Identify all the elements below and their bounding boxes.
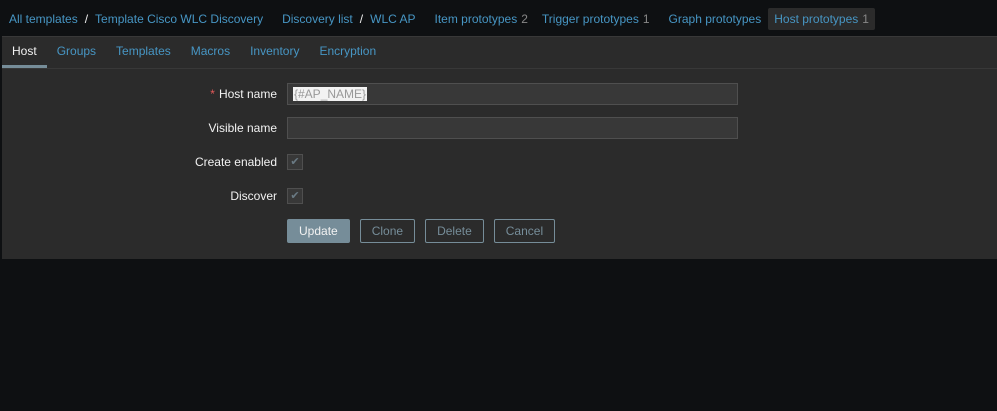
nav-label: Trigger prototypes xyxy=(541,12,639,26)
nav-label: Item prototypes xyxy=(434,12,518,26)
clone-button[interactable]: Clone xyxy=(359,219,416,243)
breadcrumb-nav: All templates / Template Cisco WLC Disco… xyxy=(0,8,875,30)
visible-name-label: Visible name xyxy=(208,121,277,135)
update-button[interactable]: Update xyxy=(287,219,350,243)
cancel-button[interactable]: Cancel xyxy=(493,219,556,243)
host-prototype-form-panel: Host Groups Templates Macros Inventory E… xyxy=(2,36,997,259)
tab-templates[interactable]: Templates xyxy=(106,37,181,68)
host-name-label-text: Host name xyxy=(218,87,277,101)
visible-name-input[interactable] xyxy=(287,117,738,139)
check-icon: ✔ xyxy=(290,190,300,202)
tab-inventory[interactable]: Inventory xyxy=(240,37,309,68)
create-enabled-checkbox[interactable]: ✔ xyxy=(287,154,303,170)
nav-count: 2 xyxy=(521,12,528,26)
nav-label: Graph prototypes xyxy=(668,12,762,26)
host-name-input[interactable]: {#AP_NAME} xyxy=(287,83,738,105)
required-marker: * xyxy=(210,87,215,101)
nav-item-prototypes[interactable]: Item prototypes 2 xyxy=(428,8,533,30)
nav-count: 1 xyxy=(642,12,650,26)
tab-macros[interactable]: Macros xyxy=(181,37,240,68)
nav-graph-prototypes[interactable]: Graph prototypes xyxy=(663,8,768,30)
form-tabs: Host Groups Templates Macros Inventory E… xyxy=(2,37,997,69)
breadcrumb-discovery-rule[interactable]: WLC AP xyxy=(370,12,415,26)
nav-trigger-prototypes[interactable]: Trigger prototypes 1 xyxy=(536,8,656,30)
delete-button[interactable]: Delete xyxy=(425,219,484,243)
breadcrumb-separator: / xyxy=(359,12,364,26)
tab-encryption[interactable]: Encryption xyxy=(309,37,386,68)
host-name-value: {#AP_NAME} xyxy=(293,87,368,101)
create-enabled-label: Create enabled xyxy=(194,155,277,169)
breadcrumb-discovery-list[interactable]: Discovery list xyxy=(282,12,353,26)
host-name-label: * Host name xyxy=(2,87,287,101)
nav-host-prototypes[interactable]: Host prototypes 1 xyxy=(768,8,875,30)
check-icon: ✔ xyxy=(290,156,300,168)
breadcrumb-template[interactable]: Template Cisco WLC Discovery xyxy=(95,12,263,26)
tab-host[interactable]: Host xyxy=(2,37,47,68)
nav-count: 1 xyxy=(862,12,869,26)
discover-checkbox[interactable]: ✔ xyxy=(287,188,303,204)
breadcrumb-separator: / xyxy=(84,12,89,26)
breadcrumb-all-templates[interactable]: All templates xyxy=(9,12,78,26)
nav-label: Host prototypes xyxy=(774,12,859,26)
tab-groups[interactable]: Groups xyxy=(47,37,106,68)
discover-label: Discover xyxy=(230,189,277,203)
